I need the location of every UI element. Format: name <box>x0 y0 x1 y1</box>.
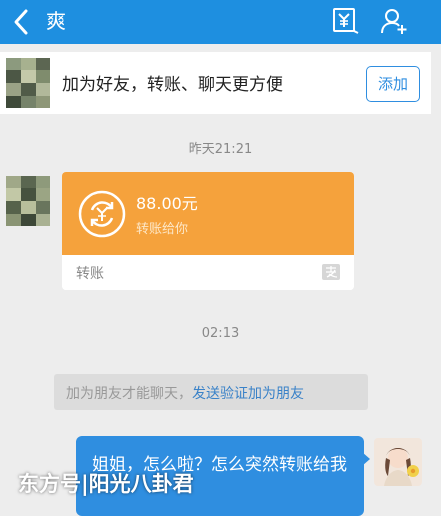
transfer-card-footer: 转账 <box>62 255 354 290</box>
add-friend-banner: 加为好友，转账、聊天更方便 添加 <box>0 52 431 114</box>
yuan-transfer-icon[interactable] <box>330 6 360 36</box>
add-button[interactable]: 添加 <box>366 66 420 102</box>
transfer-card[interactable]: 88.00元 转账给你 转账 <box>62 172 354 290</box>
timestamp: 昨天21:21 <box>188 142 253 157</box>
sender-avatar[interactable] <box>6 176 50 226</box>
transfer-label: 转账 <box>76 266 104 282</box>
notice-text: 加为朋友才能聊天，发送验证加为朋友 <box>66 383 304 403</box>
watermark-text: 东方号|阳光八卦君 <box>18 472 194 496</box>
chevron-left-icon[interactable] <box>8 7 36 37</box>
notice-message: 加为朋友才能聊天， <box>66 386 192 402</box>
transfer-coin-icon <box>78 190 126 238</box>
top-bar: 爽 <box>0 0 441 44</box>
banner-message: 加为好友，转账、聊天更方便 <box>62 75 283 95</box>
transfer-card-body: 88.00元 转账给你 <box>62 172 354 255</box>
add-friend-icon[interactable] <box>380 6 410 36</box>
chat-title: 爽 <box>46 9 66 33</box>
transfer-subtitle: 转账给你 <box>136 222 189 237</box>
transfer-amount: 88.00元 <box>136 194 198 213</box>
my-avatar[interactable] <box>374 438 422 486</box>
contact-avatar[interactable] <box>6 58 50 108</box>
alipay-logo-icon <box>322 264 340 280</box>
send-verification-link[interactable]: 发送验证加为朋友 <box>192 386 304 402</box>
timestamp: 02:13 <box>201 326 240 341</box>
system-notice: 加为朋友才能聊天，发送验证加为朋友 <box>54 374 368 410</box>
